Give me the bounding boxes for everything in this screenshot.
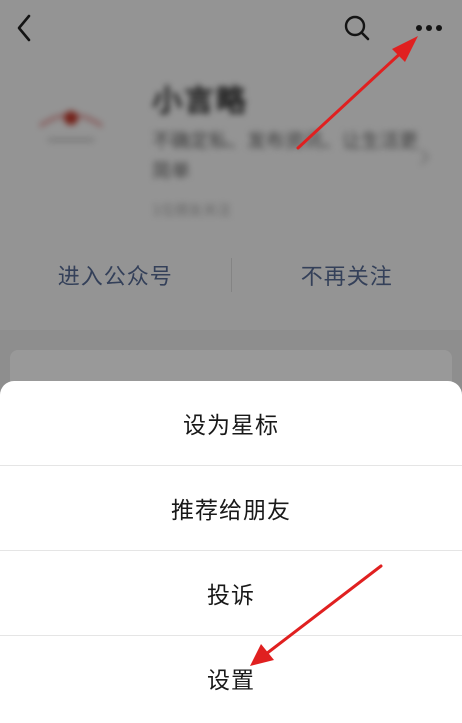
screen: 小言略 不确定私、发布资讯、让生活更简单 1位朋友关注 进入公众号 不再关注 设…: [0, 0, 462, 723]
action-sheet: 设为星标 推荐给朋友 投诉 设置: [0, 381, 462, 723]
sheet-item-star[interactable]: 设为星标: [0, 381, 462, 466]
sheet-item-recommend[interactable]: 推荐给朋友: [0, 466, 462, 551]
sheet-item-report[interactable]: 投诉: [0, 551, 462, 636]
sheet-item-settings[interactable]: 设置: [0, 636, 462, 720]
